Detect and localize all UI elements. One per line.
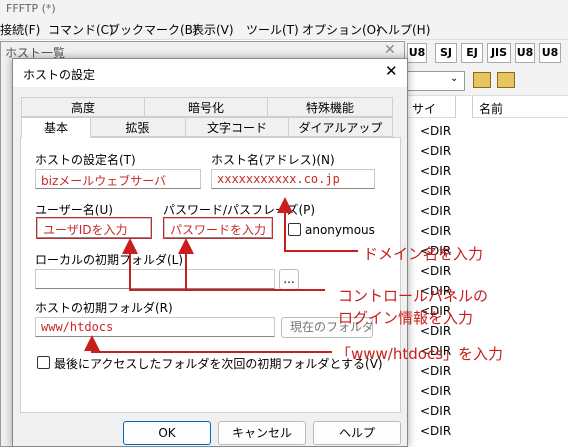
annotation-domain: ドメイン名を入力 <box>363 245 484 263</box>
htdocs-arrow <box>84 335 332 353</box>
annotation-lines <box>84 197 358 353</box>
cpanel-arrow-user <box>122 238 325 291</box>
annotation-cpanel-line1: コントロールパネルの <box>338 287 489 305</box>
domain-arrow <box>277 197 358 252</box>
annotation-cpanel-line2: ログイン情報を入力 <box>338 309 474 327</box>
annotation-htdocs: 「www/htdocs」を入力 <box>336 345 504 363</box>
